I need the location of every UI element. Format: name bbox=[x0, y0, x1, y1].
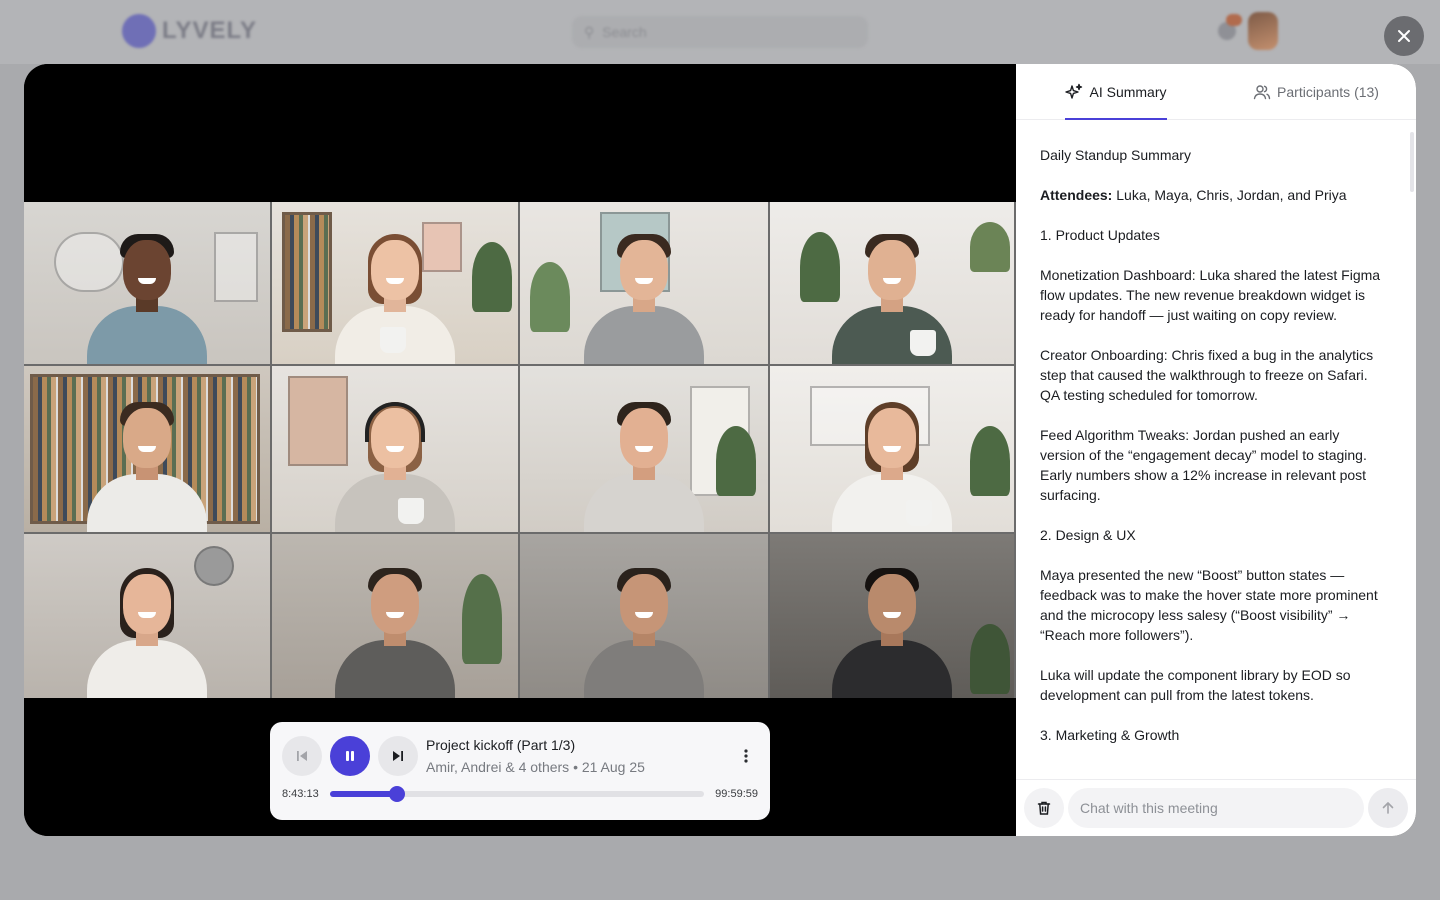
close-icon bbox=[1398, 30, 1410, 42]
video-tile[interactable] bbox=[24, 202, 270, 364]
section-heading: 2. Design & UX bbox=[1040, 527, 1136, 543]
clear-chat-button[interactable] bbox=[1024, 788, 1064, 828]
next-button[interactable] bbox=[378, 736, 418, 776]
side-panel: AI Summary Participants (13) Daily Stand… bbox=[1016, 64, 1416, 836]
logo-mark-icon bbox=[122, 14, 156, 48]
logo-text: LYVELY bbox=[162, 17, 257, 44]
panel-tabs: AI Summary Participants (13) bbox=[1016, 64, 1416, 120]
video-tile[interactable] bbox=[272, 202, 518, 364]
attendees-label: Attendees: bbox=[1040, 187, 1113, 203]
background-search: ⚲ Search bbox=[572, 16, 868, 48]
search-icon: ⚲ bbox=[584, 23, 595, 40]
video-tile[interactable] bbox=[770, 534, 1014, 698]
close-modal-button[interactable] bbox=[1384, 16, 1424, 56]
video-tile[interactable] bbox=[24, 534, 270, 698]
search-placeholder: Search bbox=[602, 24, 647, 40]
video-tile-active-speaker[interactable] bbox=[520, 366, 768, 532]
summary-paragraph: Monetization Dashboard: Luka shared the … bbox=[1040, 267, 1381, 323]
video-tile[interactable] bbox=[24, 366, 270, 532]
people-icon bbox=[1253, 84, 1271, 99]
summary-paragraph: Luka will update the component library b… bbox=[1040, 667, 1351, 703]
video-tile-active-speaker[interactable] bbox=[520, 202, 768, 364]
participant-video-grid bbox=[24, 202, 1016, 698]
video-tile[interactable] bbox=[272, 366, 518, 532]
seek-bar[interactable] bbox=[330, 786, 704, 802]
meeting-modal: Project kickoff (Part 1/3) Amir, Andrei … bbox=[24, 64, 1416, 836]
skip-previous-icon bbox=[297, 751, 307, 761]
trash-icon bbox=[1037, 801, 1051, 815]
seek-progress bbox=[330, 791, 398, 797]
summary-paragraph: Feed Algorithm Tweaks: Jordan pushed an … bbox=[1040, 427, 1367, 503]
tab-label: Participants (13) bbox=[1277, 83, 1379, 100]
tab-label: AI Summary bbox=[1089, 83, 1167, 100]
video-tile[interactable] bbox=[770, 202, 1014, 364]
video-tile[interactable] bbox=[520, 534, 768, 698]
background-user-area bbox=[1218, 12, 1278, 50]
end-time: 99:59:59 bbox=[715, 788, 758, 800]
video-area: Project kickoff (Part 1/3) Amir, Andrei … bbox=[24, 64, 1016, 836]
summary-title: Daily Standup Summary bbox=[1040, 147, 1191, 163]
send-button[interactable] bbox=[1368, 788, 1408, 828]
tab-participants[interactable]: Participants (13) bbox=[1216, 64, 1416, 119]
chat-input[interactable] bbox=[1068, 788, 1364, 828]
recording-title: Project kickoff (Part 1/3) bbox=[426, 737, 576, 753]
recording-info: Project kickoff (Part 1/3) Amir, Andrei … bbox=[426, 736, 734, 776]
summary-paragraph: Creator Onboarding: Chris fixed a bug in… bbox=[1040, 347, 1374, 403]
more-options-button[interactable] bbox=[734, 744, 758, 768]
recording-subtitle: Amir, Andrei & 4 others • 21 Aug 25 bbox=[426, 759, 645, 775]
seek-handle[interactable] bbox=[389, 786, 406, 802]
notification-bell-icon bbox=[1218, 14, 1242, 40]
app-logo: LYVELY bbox=[122, 14, 257, 48]
summary-attendees: Attendees: Luka, Maya, Chris, Jordan, an… bbox=[1040, 185, 1388, 205]
pause-button[interactable] bbox=[330, 736, 370, 776]
chat-bar bbox=[1016, 779, 1416, 836]
more-vertical-icon bbox=[744, 749, 748, 763]
scrollbar[interactable] bbox=[1410, 132, 1414, 192]
previous-button[interactable] bbox=[282, 736, 322, 776]
section-heading: 3. Marketing & Growth bbox=[1040, 727, 1180, 743]
current-time: 8:43:13 bbox=[282, 788, 319, 800]
sparkles-icon bbox=[1065, 83, 1083, 99]
summary-paragraph: Maya presented the new “Boost” button st… bbox=[1040, 567, 1378, 643]
attendees-value: Luka, Maya, Chris, Jordan, and Priya bbox=[1112, 187, 1347, 203]
pause-icon bbox=[346, 751, 354, 761]
avatar bbox=[1248, 12, 1278, 50]
video-tile[interactable] bbox=[770, 366, 1014, 532]
background-app-header: LYVELY ⚲ Search bbox=[0, 0, 1440, 64]
video-tile[interactable] bbox=[272, 534, 518, 698]
skip-next-icon bbox=[393, 751, 403, 761]
recording-player: Project kickoff (Part 1/3) Amir, Andrei … bbox=[270, 722, 770, 820]
ai-summary-content: Daily Standup Summary Attendees: Luka, M… bbox=[1016, 121, 1416, 779]
arrow-up-icon bbox=[1382, 802, 1394, 814]
section-heading: 1. Product Updates bbox=[1040, 227, 1160, 243]
tab-ai-summary[interactable]: AI Summary bbox=[1016, 64, 1216, 119]
